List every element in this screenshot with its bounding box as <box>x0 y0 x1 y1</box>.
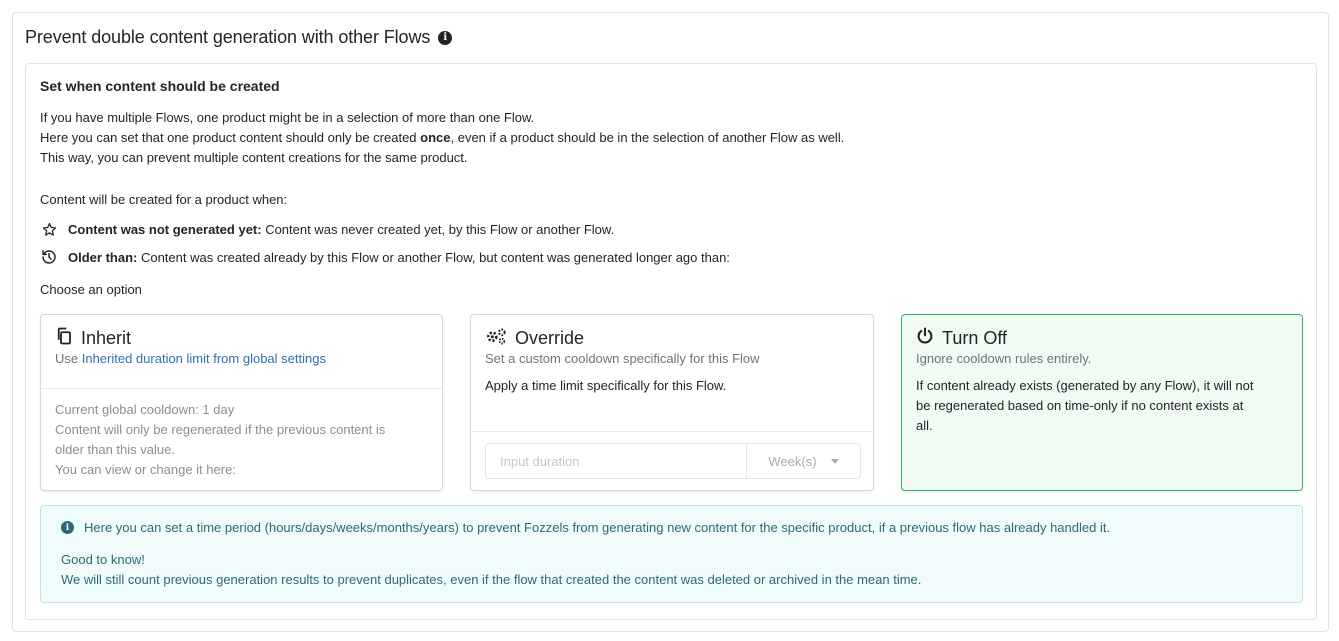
info-alert: i Here you can set a time period (hours/… <box>40 505 1303 603</box>
rule-older-than: Older than: Content was created already … <box>40 248 730 266</box>
alert-detail-text: We will still count previous generation … <box>61 572 922 587</box>
condition-intro: Content will be created for a product wh… <box>40 192 288 207</box>
chevron-down-icon <box>830 458 839 464</box>
intro-line-1: If you have multiple Flows, one product … <box>40 110 535 125</box>
option-override[interactable]: Override Set a custom cooldown specifica… <box>470 314 874 491</box>
divider <box>41 388 442 389</box>
rule-not-generated: Content was not generated yet: Content w… <box>40 220 614 238</box>
option-override-body: Apply a time limit specifically for this… <box>485 378 727 393</box>
alert-good-to-know: Good to know! <box>61 552 145 567</box>
page-title: Prevent double content generation with o… <box>25 27 453 48</box>
inherit-desc-line: You can view or change it here: <box>55 462 236 477</box>
inherit-desc-line: older than this value. <box>55 442 175 457</box>
option-override-header: Override <box>485 327 584 350</box>
global-settings-link[interactable]: Inherited duration limit from global set… <box>82 351 326 366</box>
duration-unit-select[interactable]: Week(s) <box>746 444 860 478</box>
info-icon: i <box>61 521 74 534</box>
info-icon[interactable]: i <box>438 30 453 45</box>
option-inherit[interactable]: Inherit Use Inherited duration limit fro… <box>40 314 443 491</box>
alert-main-line: i Here you can set a time period (hours/… <box>61 520 1110 535</box>
power-icon <box>916 327 934 350</box>
option-inherit-title: Inherit <box>81 328 132 348</box>
gears-icon <box>485 327 507 350</box>
choose-option-label: Choose an option <box>40 282 142 297</box>
alert-main-text: Here you can set a time period (hours/da… <box>84 520 1111 535</box>
option-override-title: Override <box>515 328 585 348</box>
option-override-subtitle: Set a custom cooldown specifically for t… <box>485 351 760 366</box>
page-title-text: Prevent double content generation with o… <box>25 27 431 47</box>
divider <box>471 431 873 432</box>
option-turn-off-subtitle: Ignore cooldown rules entirely. <box>916 351 1092 366</box>
duration-unit-value: Week(s) <box>768 453 817 469</box>
turn-off-desc-line: If content already exists (generated by … <box>916 378 1254 393</box>
option-turn-off-title: Turn Off <box>942 328 1008 348</box>
turn-off-desc-line: be regenerated based on time-only if no … <box>916 398 1244 413</box>
option-turn-off[interactable]: Turn Off Ignore cooldown rules entirely.… <box>901 314 1303 491</box>
intro-line-2: Here you can set that one product conten… <box>40 130 845 145</box>
cooldown-settings-card: Prevent double content generation with o… <box>12 12 1329 632</box>
rule-not-generated-text: Content was never created yet, by this F… <box>261 221 615 237</box>
rule-older-than-label: Older than: <box>68 249 138 265</box>
duration-input[interactable] <box>486 444 746 478</box>
rule-older-than-text: Content was created already by this Flow… <box>137 249 730 265</box>
intro-text: If you have multiple Flows, one product … <box>40 108 844 168</box>
inherit-desc-line: Content will only be regenerated if the … <box>55 422 386 437</box>
option-turn-off-header: Turn Off <box>916 327 1007 350</box>
history-icon <box>40 248 58 266</box>
turn-off-desc-line: all. <box>916 418 933 433</box>
rule-not-generated-label: Content was not generated yet: <box>68 221 262 237</box>
section-title: Set when content should be created <box>40 78 280 94</box>
star-icon <box>40 220 58 238</box>
option-inherit-details: Current global cooldown: 1 day Content w… <box>55 400 428 480</box>
content-creation-panel: Set when content should be created If yo… <box>25 63 1317 620</box>
option-turn-off-body: If content already exists (generated by … <box>916 376 1288 436</box>
duration-input-group: Week(s) <box>485 443 861 479</box>
option-inherit-subtitle: Use Inherited duration limit from global… <box>55 351 326 366</box>
option-inherit-header: Inherit <box>55 327 131 350</box>
copy-icon <box>55 327 73 350</box>
intro-line-3: This way, you can prevent multiple conte… <box>40 150 468 165</box>
global-cooldown-value: Current global cooldown: 1 day <box>55 402 235 417</box>
